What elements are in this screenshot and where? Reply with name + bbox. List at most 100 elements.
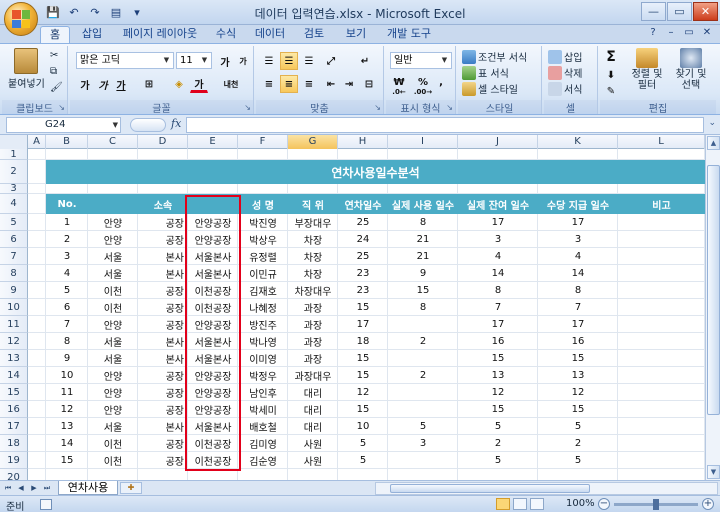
table-cell[interactable] bbox=[618, 333, 705, 350]
table-cell[interactable] bbox=[388, 401, 458, 418]
scroll-down-icon[interactable]: ▼ bbox=[707, 465, 720, 479]
column-header-f[interactable]: F bbox=[238, 135, 288, 149]
tab-home[interactable]: 홈 bbox=[40, 26, 70, 43]
table-cell[interactable]: 박나영 bbox=[238, 333, 288, 350]
table-cell[interactable]: 안양공장 bbox=[188, 214, 238, 231]
increase-decimal-icon[interactable]: .0← bbox=[390, 86, 408, 98]
dialog-launcher-icon[interactable]: ↘ bbox=[244, 103, 251, 112]
table-cell[interactable]: 대리 bbox=[288, 418, 338, 435]
format-as-table-button[interactable]: 표 서식 bbox=[462, 65, 509, 80]
table-cell[interactable]: 11 bbox=[46, 384, 88, 401]
row-header-6[interactable]: 6 bbox=[0, 231, 28, 248]
table-cell[interactable]: 12 bbox=[538, 384, 618, 401]
dialog-launcher-icon[interactable]: ↘ bbox=[446, 103, 453, 112]
table-cell[interactable]: 15 bbox=[388, 282, 458, 299]
table-header-cell[interactable]: 실제 잔여 일수 bbox=[458, 194, 538, 214]
table-cell[interactable]: 안양공장 bbox=[188, 401, 238, 418]
sort-filter-button[interactable]: 정렬 및 필터 bbox=[626, 48, 668, 91]
format-cells-button[interactable]: 서식 bbox=[548, 81, 582, 96]
table-cell[interactable] bbox=[388, 316, 458, 333]
table-cell[interactable] bbox=[388, 452, 458, 469]
table-cell[interactable]: 안양 bbox=[88, 316, 138, 333]
vertical-scroll-thumb[interactable] bbox=[707, 165, 720, 415]
table-cell[interactable]: 15 bbox=[338, 299, 388, 316]
zoom-slider-knob[interactable] bbox=[653, 499, 659, 510]
table-cell[interactable]: 안양 bbox=[88, 367, 138, 384]
grow-font-button[interactable]: 가 bbox=[216, 52, 234, 70]
table-cell[interactable]: 박진영 bbox=[238, 214, 288, 231]
table-cell[interactable]: 5 bbox=[338, 452, 388, 469]
table-cell[interactable] bbox=[618, 299, 705, 316]
table-cell[interactable]: 17 bbox=[538, 316, 618, 333]
table-cell[interactable] bbox=[618, 350, 705, 367]
tab-developer[interactable]: 개발 도구 bbox=[380, 26, 438, 43]
table-cell[interactable]: 본사 bbox=[138, 350, 188, 367]
table-cell[interactable]: 3 bbox=[538, 231, 618, 248]
table-header-cell[interactable]: 수당 지급 일수 bbox=[538, 194, 618, 214]
table-cell[interactable]: 사원 bbox=[288, 452, 338, 469]
row-header-9[interactable]: 9 bbox=[0, 282, 28, 299]
table-cell[interactable]: 과장 bbox=[288, 299, 338, 316]
phonetic-button[interactable]: 내천 bbox=[218, 75, 244, 93]
row-header-10[interactable]: 10 bbox=[0, 299, 28, 316]
prev-sheet-icon[interactable]: ◀ bbox=[15, 482, 27, 494]
sheet-tab-active[interactable]: 연차사용 bbox=[58, 481, 118, 495]
font-name-select[interactable]: 맑은 고딕 ▼ bbox=[76, 52, 174, 69]
table-cell[interactable]: 5 bbox=[388, 418, 458, 435]
tab-formulas[interactable]: 수식 bbox=[210, 26, 242, 43]
column-header-a[interactable]: A bbox=[28, 135, 46, 149]
macro-record-icon[interactable] bbox=[40, 499, 52, 510]
table-cell[interactable]: 본사 bbox=[138, 418, 188, 435]
shrink-font-button[interactable]: 가 bbox=[234, 52, 252, 70]
autosum-button[interactable]: Σ bbox=[602, 48, 620, 66]
tab-insert[interactable]: 삽입 bbox=[76, 26, 108, 43]
table-cell[interactable]: 안양공장 bbox=[188, 367, 238, 384]
table-cell[interactable]: 안양 bbox=[88, 231, 138, 248]
table-cell[interactable]: 12 bbox=[458, 384, 538, 401]
table-cell[interactable]: 서울본사 bbox=[188, 265, 238, 282]
table-cell[interactable]: 박세미 bbox=[238, 401, 288, 418]
table-cell[interactable]: 15 bbox=[538, 401, 618, 418]
last-sheet-icon[interactable]: ⏭ bbox=[41, 482, 53, 494]
row-cells[interactable] bbox=[28, 184, 705, 194]
column-header-h[interactable]: H bbox=[338, 135, 388, 149]
table-header-cell[interactable]: No. bbox=[46, 194, 88, 214]
tab-page-layout[interactable]: 페이지 레이아웃 bbox=[114, 26, 206, 43]
align-bottom-icon[interactable]: ☰ bbox=[300, 52, 318, 70]
table-cell[interactable]: 본사 bbox=[138, 265, 188, 282]
table-cell[interactable] bbox=[388, 384, 458, 401]
table-cell[interactable]: 이천 bbox=[88, 452, 138, 469]
table-cell[interactable]: 5 bbox=[458, 452, 538, 469]
table-cell[interactable]: 8 bbox=[458, 282, 538, 299]
table-cell[interactable]: 3 bbox=[458, 231, 538, 248]
table-cell[interactable] bbox=[618, 282, 705, 299]
zoom-level[interactable]: 100% bbox=[566, 498, 595, 509]
table-cell[interactable]: 공장 bbox=[138, 367, 188, 384]
font-color-button[interactable]: 가 bbox=[190, 75, 208, 93]
table-cell[interactable]: 2 bbox=[458, 435, 538, 452]
table-cell[interactable]: 5 bbox=[458, 418, 538, 435]
table-cell[interactable]: 이천 bbox=[88, 299, 138, 316]
wrap-text-icon[interactable]: ↵ bbox=[356, 52, 374, 70]
table-cell[interactable] bbox=[618, 214, 705, 231]
table-cell[interactable]: 2 bbox=[46, 231, 88, 248]
page-layout-view-icon[interactable] bbox=[513, 498, 527, 510]
table-cell[interactable]: 차장 bbox=[288, 248, 338, 265]
expand-formula-bar-icon[interactable]: ⌄ bbox=[708, 118, 716, 128]
table-cell[interactable]: 12 bbox=[46, 401, 88, 418]
bold-button[interactable]: 가 bbox=[76, 75, 94, 93]
ribbon-restore-icon[interactable]: ▭ bbox=[682, 27, 696, 41]
table-cell[interactable]: 과장 bbox=[288, 333, 338, 350]
table-cell[interactable]: 서울본사 bbox=[188, 333, 238, 350]
table-cell[interactable]: 7 bbox=[46, 316, 88, 333]
table-cell[interactable]: 과장 bbox=[288, 350, 338, 367]
row-header-8[interactable]: 8 bbox=[0, 265, 28, 282]
table-cell[interactable]: 15 bbox=[338, 367, 388, 384]
font-size-select[interactable]: 11 ▼ bbox=[176, 52, 212, 69]
row-header-3[interactable]: 3 bbox=[0, 183, 28, 194]
ribbon-close-icon[interactable]: ✕ bbox=[700, 27, 714, 41]
table-cell[interactable]: 이천공장 bbox=[188, 452, 238, 469]
row-header-18[interactable]: 18 bbox=[0, 435, 28, 452]
cell-styles-button[interactable]: 셀 스타일 bbox=[462, 81, 518, 96]
close-button[interactable]: ✕ bbox=[693, 2, 718, 21]
